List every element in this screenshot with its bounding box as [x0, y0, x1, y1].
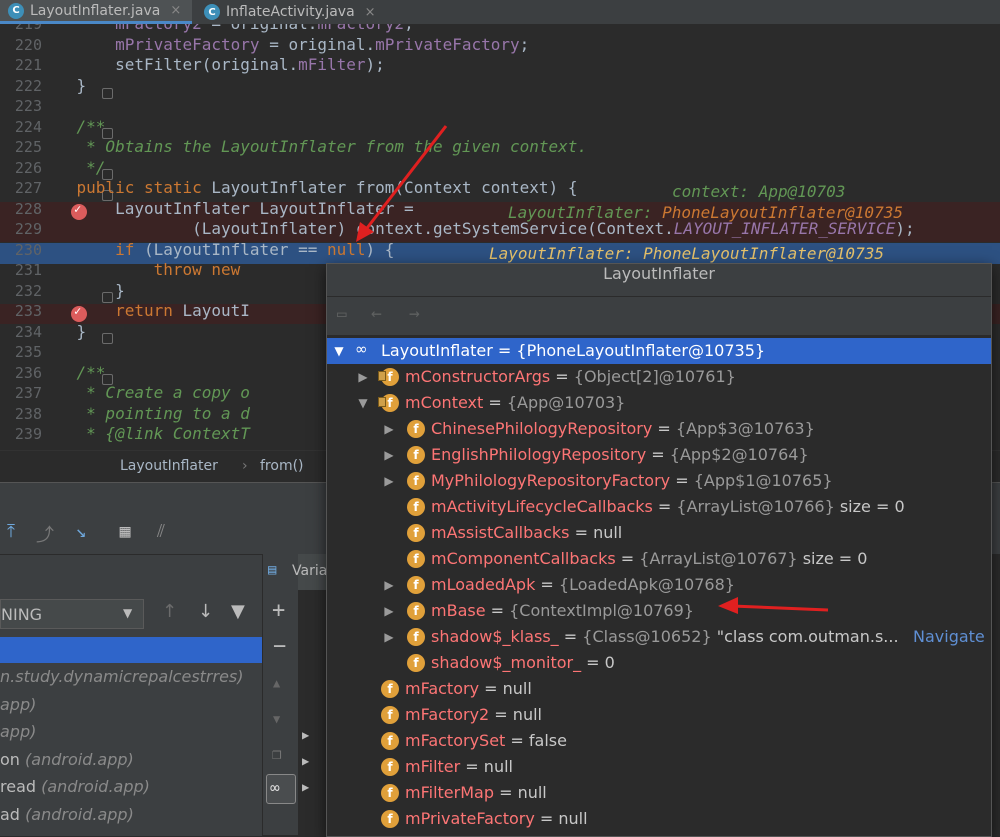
- annotation-arrowhead: [718, 597, 738, 614]
- annotation-arrow-line: [731, 604, 829, 612]
- annotation-arrows: [356, 125, 829, 614]
- annotation-arrow-line: [362, 125, 448, 233]
